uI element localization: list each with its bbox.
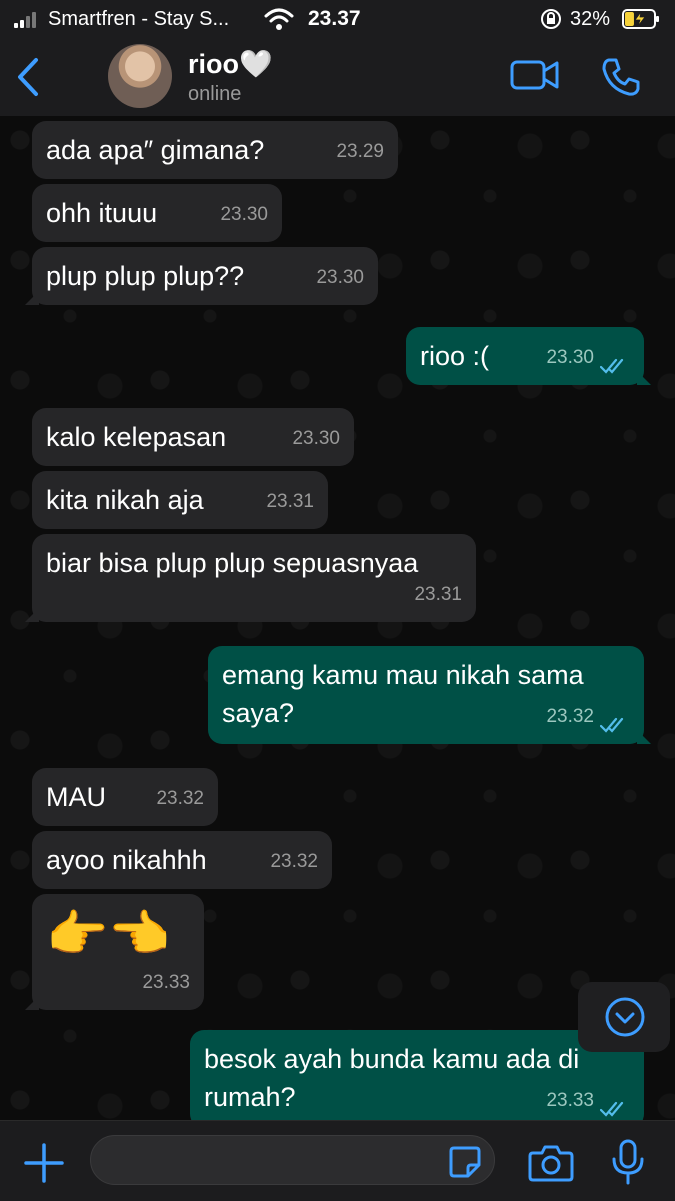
message-composer <box>0 1120 675 1201</box>
signal-strength-icon <box>14 12 38 28</box>
bubble-tail <box>25 996 39 1010</box>
carrier-name: Smartfren - Stay S... <box>48 8 230 30</box>
video-camera-icon[interactable] <box>510 58 560 92</box>
battery-charging-icon <box>622 9 659 29</box>
message-outgoing[interactable]: besok ayah bunda kamu ada di rumah? 23.3… <box>190 1030 651 1120</box>
message-text: ada apa″ gimana? <box>46 135 265 165</box>
message-time: 23.30 <box>316 267 364 288</box>
read-receipt-icon <box>600 1101 624 1117</box>
message-incoming[interactable]: 👉👈 23.33 <box>25 894 204 1010</box>
message-time: 23.30 <box>546 347 594 368</box>
sticker-icon[interactable] <box>448 1145 482 1179</box>
read-receipt-icon <box>600 717 624 733</box>
emoji-message: 👉👈 <box>46 906 171 962</box>
status-time: 23.37 <box>308 7 361 30</box>
message-incoming[interactable]: kalo kelepasan 23.30 <box>32 408 354 466</box>
contact-name[interactable]: rioo🤍 <box>188 48 273 80</box>
read-receipt-icon <box>600 358 624 374</box>
bubble-tail <box>637 730 651 744</box>
message-time: 23.31 <box>414 584 462 605</box>
message-incoming[interactable]: MAU 23.32 <box>32 768 218 826</box>
contact-avatar[interactable] <box>108 44 172 108</box>
back-button[interactable] <box>12 56 44 98</box>
message-incoming[interactable]: plup plup plup?? 23.30 <box>25 247 378 305</box>
message-incoming[interactable]: ayoo nikahhh 23.32 <box>32 831 332 889</box>
message-outgoing[interactable]: rioo :( 23.30 <box>406 327 651 385</box>
chat-header: rioo🤍 online <box>0 40 675 117</box>
scroll-to-bottom-button[interactable] <box>578 982 670 1052</box>
status-bar: Smartfren - Stay S... 23.37 32% <box>0 0 675 40</box>
message-text: biar bisa plup plup sepuasnyaa <box>46 548 419 578</box>
message-time: 23.33 <box>142 972 190 993</box>
message-text: MAU <box>46 782 106 812</box>
message-time: 23.32 <box>270 851 318 872</box>
plus-icon[interactable] <box>22 1141 66 1185</box>
message-text: ohh ituuu <box>46 198 158 228</box>
battery-percent: 32% <box>570 8 611 30</box>
message-incoming[interactable]: biar bisa plup plup sepuasnyaa 23.31 <box>25 534 476 622</box>
bubble-tail <box>25 291 39 305</box>
message-incoming[interactable]: ohh ituuu 23.30 <box>32 184 282 242</box>
message-text: rioo :( <box>420 341 490 371</box>
wifi-icon <box>264 8 294 30</box>
message-outgoing[interactable]: emang kamu mau nikah sama saya? 23.32 <box>208 646 651 744</box>
contact-status: online <box>188 83 242 105</box>
message-incoming[interactable]: kita nikah aja 23.31 <box>32 471 328 529</box>
message-text: ayoo nikahhh <box>46 845 207 875</box>
message-text: plup plup plup?? <box>46 261 245 291</box>
message-time: 23.30 <box>220 204 268 225</box>
microphone-icon[interactable] <box>608 1139 648 1185</box>
message-incoming[interactable]: ada apa″ gimana? 23.29 <box>32 121 398 179</box>
bubble-tail <box>637 371 651 385</box>
message-time: 23.32 <box>546 706 594 727</box>
chevron-down-circle-icon <box>605 997 645 1037</box>
message-time: 23.30 <box>292 428 340 449</box>
camera-icon[interactable] <box>528 1143 574 1183</box>
message-time: 23.31 <box>266 491 314 512</box>
message-text: kita nikah aja <box>46 485 204 515</box>
chat-messages[interactable]: ada apa″ gimana? 23.29 ohh ituuu 23.30 p… <box>0 116 675 1120</box>
message-time: 23.33 <box>546 1090 594 1111</box>
phone-icon[interactable] <box>600 56 642 98</box>
bubble-tail <box>25 608 39 622</box>
message-time: 23.29 <box>336 141 384 162</box>
message-time: 23.32 <box>156 788 204 809</box>
message-input[interactable] <box>90 1135 495 1185</box>
orientation-lock-icon <box>541 9 561 29</box>
message-text: kalo kelepasan <box>46 422 227 452</box>
